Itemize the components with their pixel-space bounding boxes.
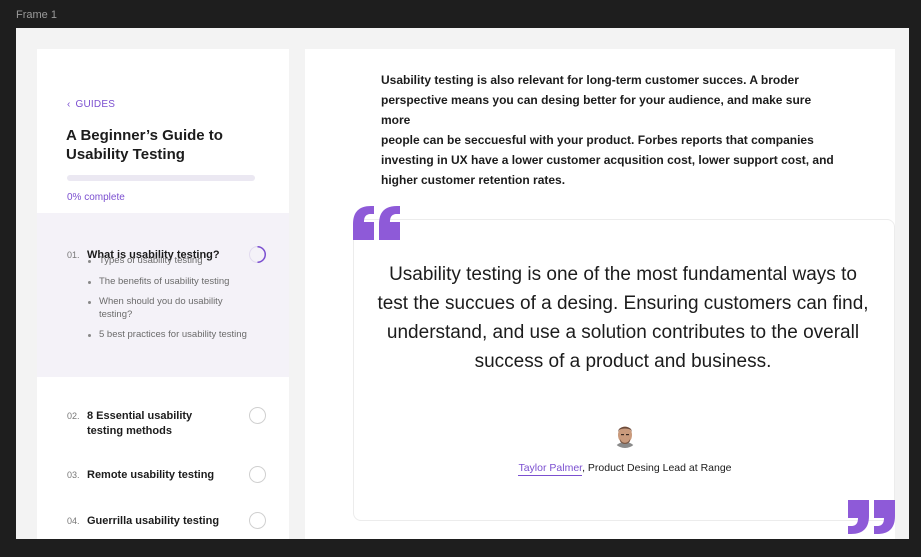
quote-open-icon bbox=[353, 206, 400, 240]
chapter-title: 8 Essential usability testing methods bbox=[87, 410, 193, 437]
artboard: ‹ GUIDES A Beginner’s Guide to Usability … bbox=[16, 28, 909, 539]
article-content: Usability testing is also relevant for l… bbox=[305, 49, 895, 539]
quote-text: Usability testing is one of the most fun… bbox=[377, 264, 869, 372]
circle-outline-icon bbox=[249, 466, 266, 483]
quote-close-icon bbox=[848, 500, 895, 534]
back-to-guides-link[interactable]: ‹ GUIDES bbox=[67, 99, 115, 110]
topic-item[interactable]: The benefits of usability testing bbox=[87, 276, 247, 289]
chapter-number: 03. bbox=[67, 470, 80, 480]
intro-line: higher customer retention rates. bbox=[381, 173, 566, 187]
intro-line: Usability testing is also relevant for l… bbox=[381, 73, 799, 87]
author-role: , Product Desing Lead at Range bbox=[582, 462, 732, 474]
guide-title: A Beginner’s Guide to Usability Testing bbox=[66, 127, 223, 163]
chapter-title: Remote usability testing bbox=[87, 469, 215, 481]
progress-bar bbox=[67, 175, 255, 181]
chapter-title: Guerrilla usability testing bbox=[87, 515, 220, 527]
avatar bbox=[612, 422, 638, 448]
chapter-1-topics: Types of usability testing The benefits … bbox=[87, 255, 247, 350]
circle-outline-icon bbox=[249, 407, 266, 424]
progress-label: 0% complete bbox=[67, 192, 125, 203]
quote-attribution: Taylor Palmer, Product Desing Lead at Ra… bbox=[417, 462, 833, 476]
chapter-number: 02. bbox=[67, 411, 80, 421]
circle-outline-icon bbox=[249, 512, 266, 529]
intro-line: perspective means you can desing better … bbox=[381, 93, 812, 107]
guide-sidebar: ‹ GUIDES A Beginner’s Guide to Usability … bbox=[37, 49, 289, 539]
chapter-number: 01. bbox=[67, 250, 80, 260]
chapter-number: 04. bbox=[67, 516, 80, 526]
intro-line: more bbox=[381, 113, 411, 127]
chevron-left-icon: ‹ bbox=[67, 99, 71, 110]
intro-line: people can be seccuesful with your produ… bbox=[381, 133, 814, 147]
progress-ring-icon bbox=[249, 245, 266, 263]
topic-item[interactable]: Types of usability testing bbox=[87, 255, 247, 268]
topic-item[interactable]: 5 best practices for usability testing bbox=[87, 329, 247, 342]
intro-paragraph: Usability testing is also relevant for l… bbox=[381, 70, 871, 190]
frame-label: Frame 1 bbox=[16, 9, 57, 21]
topic-item[interactable]: When should you do usability testing? bbox=[87, 296, 247, 321]
author-link[interactable]: Taylor Palmer bbox=[518, 462, 583, 476]
intro-line: investing in UX have a lower customer ac… bbox=[381, 153, 834, 167]
back-link-label: GUIDES bbox=[75, 99, 116, 110]
